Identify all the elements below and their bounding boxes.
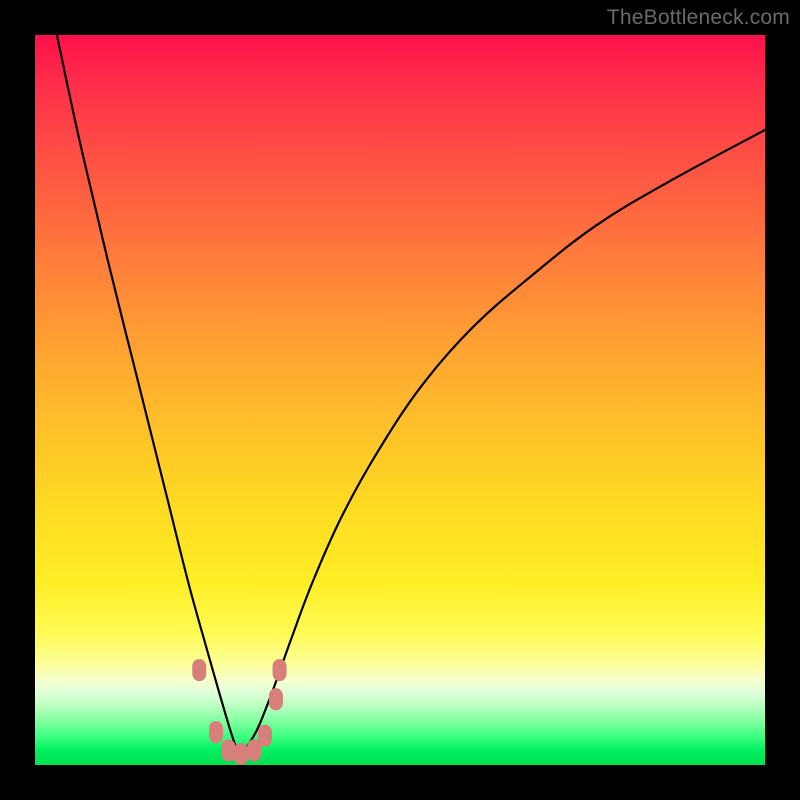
highlight-marker bbox=[234, 743, 248, 765]
highlight-marker bbox=[209, 721, 223, 743]
bottleneck-curve bbox=[57, 35, 765, 755]
highlight-marker bbox=[273, 659, 287, 681]
outer-frame: TheBottleneck.com bbox=[0, 0, 800, 800]
marker-layer bbox=[192, 659, 286, 765]
chart-svg bbox=[35, 35, 765, 765]
plot-area bbox=[35, 35, 765, 765]
highlight-marker bbox=[269, 688, 283, 710]
watermark-text: TheBottleneck.com bbox=[607, 6, 790, 30]
highlight-marker bbox=[258, 725, 272, 747]
highlight-marker bbox=[221, 739, 235, 761]
curve-layer bbox=[57, 35, 765, 755]
highlight-marker bbox=[192, 659, 206, 681]
